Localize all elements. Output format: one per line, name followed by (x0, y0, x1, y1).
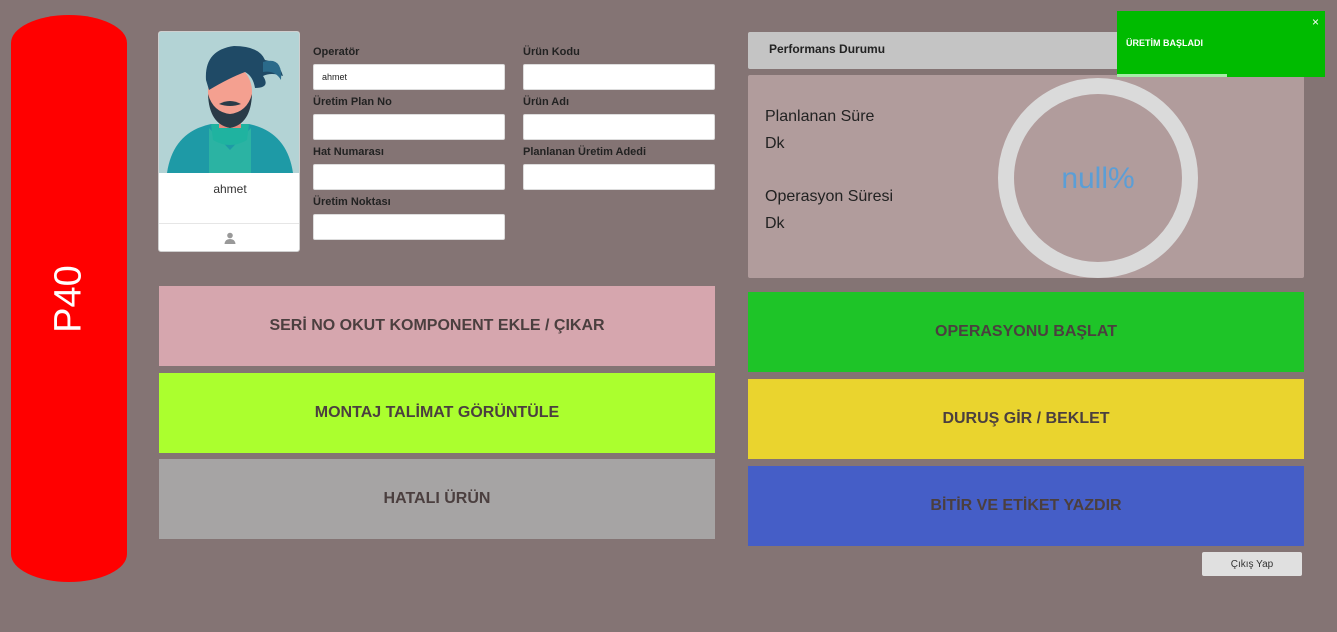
operator-label: Operatör (313, 46, 360, 58)
performance-title: Performans Durumu (769, 42, 886, 56)
station-label: P40 (47, 264, 90, 333)
assembly-instruction-button[interactable]: MONTAJ TALİMAT GÖRÜNTÜLE (159, 373, 715, 453)
performance-percent: null% (1061, 162, 1135, 195)
avatar (159, 32, 299, 173)
close-icon[interactable]: × (1312, 15, 1319, 29)
operation-time-label: Operasyon Süresi (765, 188, 894, 205)
start-operation-button[interactable]: OPERASYONU BAŞLAT (748, 292, 1304, 372)
operator-card: ahmet (158, 31, 300, 252)
user-icon (224, 232, 236, 244)
card-divider (159, 223, 299, 224)
product-code-label: Ürün Kodu (523, 46, 580, 58)
operator-name: ahmet (213, 182, 247, 196)
plan-no-field[interactable] (313, 114, 505, 140)
line-number-field[interactable] (313, 164, 505, 190)
toast-notification: ÜRETİM BAŞLADI × (1117, 11, 1325, 77)
station-banner: P40 (11, 15, 127, 582)
toast-progress-bar (1117, 74, 1228, 77)
production-point-field[interactable] (313, 214, 505, 240)
finish-print-label-button[interactable]: BİTİR VE ETİKET YAZDIR (748, 466, 1304, 546)
pause-button[interactable]: DURUŞ GİR / BEKLET (748, 379, 1304, 459)
product-name-field[interactable] (523, 114, 715, 140)
operator-field[interactable]: ahmet (313, 64, 505, 90)
performance-gauge: null% (998, 78, 1198, 278)
planned-quantity-label: Planlanan Üretim Adedi (523, 146, 647, 158)
defective-product-button[interactable]: HATALI ÜRÜN (159, 459, 715, 539)
planned-time-unit: Dk (765, 135, 785, 152)
planned-quantity-field[interactable] (523, 164, 715, 190)
plan-no-label: Üretim Plan No (313, 96, 392, 108)
planned-time-label: Planlanan Süre (765, 108, 875, 125)
logout-button[interactable]: Çıkış Yap (1202, 552, 1302, 576)
production-point-label: Üretim Noktası (313, 196, 391, 208)
operation-time-unit: Dk (765, 215, 785, 232)
scan-serial-button[interactable]: SERİ NO OKUT KOMPONENT EKLE / ÇIKAR (159, 286, 715, 366)
toast-message: ÜRETİM BAŞLADI (1126, 38, 1203, 48)
performance-panel: Planlanan Süre Dk Operasyon Süresi Dk nu… (748, 75, 1304, 278)
line-number-label: Hat Numarası (313, 146, 384, 158)
product-code-field[interactable] (523, 64, 715, 90)
product-name-label: Ürün Adı (523, 96, 570, 108)
